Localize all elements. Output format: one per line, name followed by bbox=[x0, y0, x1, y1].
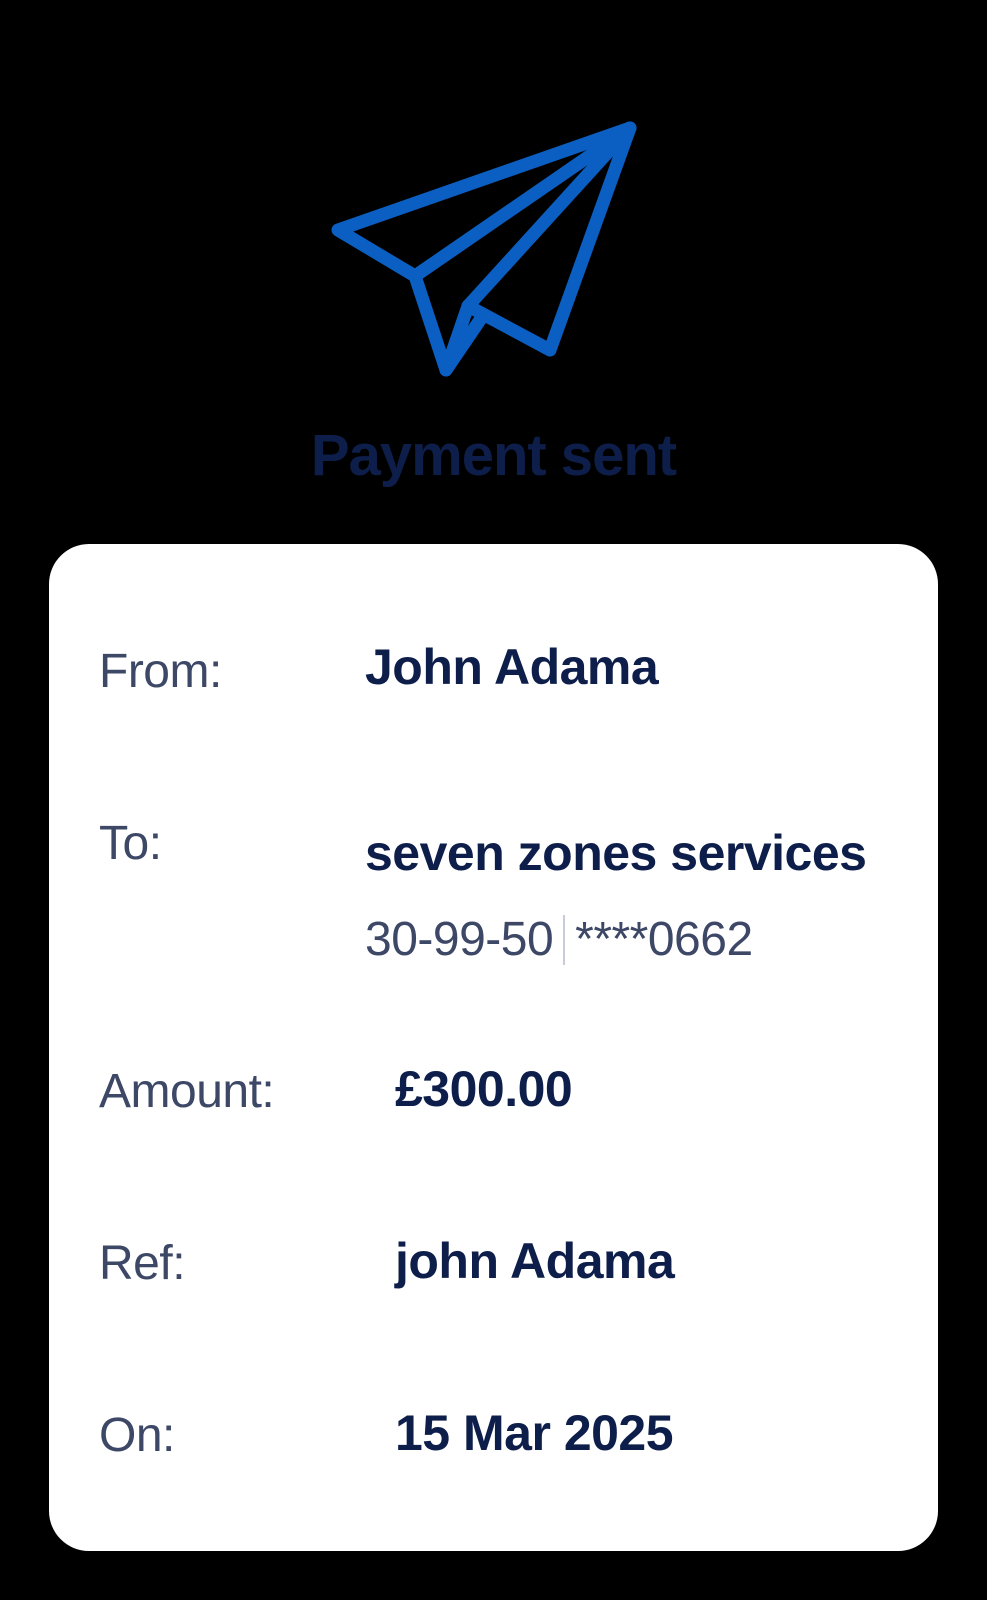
from-label: From: bbox=[99, 645, 222, 698]
on-label: On: bbox=[99, 1409, 175, 1462]
header-area bbox=[0, 0, 987, 420]
to-value-container: seven zones services li bbox=[365, 824, 883, 894]
account-details: 30-99-50 ****0662 bbox=[365, 912, 753, 967]
account-number: ****0662 bbox=[575, 913, 753, 966]
payment-details-card: From: John Adama To: seven zones service… bbox=[49, 544, 938, 1551]
sort-code: 30-99-50 bbox=[365, 913, 554, 966]
amount-label: Amount: bbox=[99, 1065, 275, 1118]
to-value: seven zones services li bbox=[365, 825, 883, 881]
to-label: To: bbox=[99, 817, 162, 870]
from-value: John Adama bbox=[365, 639, 659, 695]
account-divider bbox=[563, 914, 566, 965]
ref-value: john Adama bbox=[395, 1233, 675, 1289]
amount-value: £300.00 bbox=[395, 1061, 573, 1117]
date-value: 15 Mar 2025 bbox=[395, 1405, 674, 1461]
page-title: Payment sent bbox=[310, 423, 677, 488]
ref-label: Ref: bbox=[99, 1237, 186, 1290]
paper-plane-icon bbox=[331, 121, 637, 377]
